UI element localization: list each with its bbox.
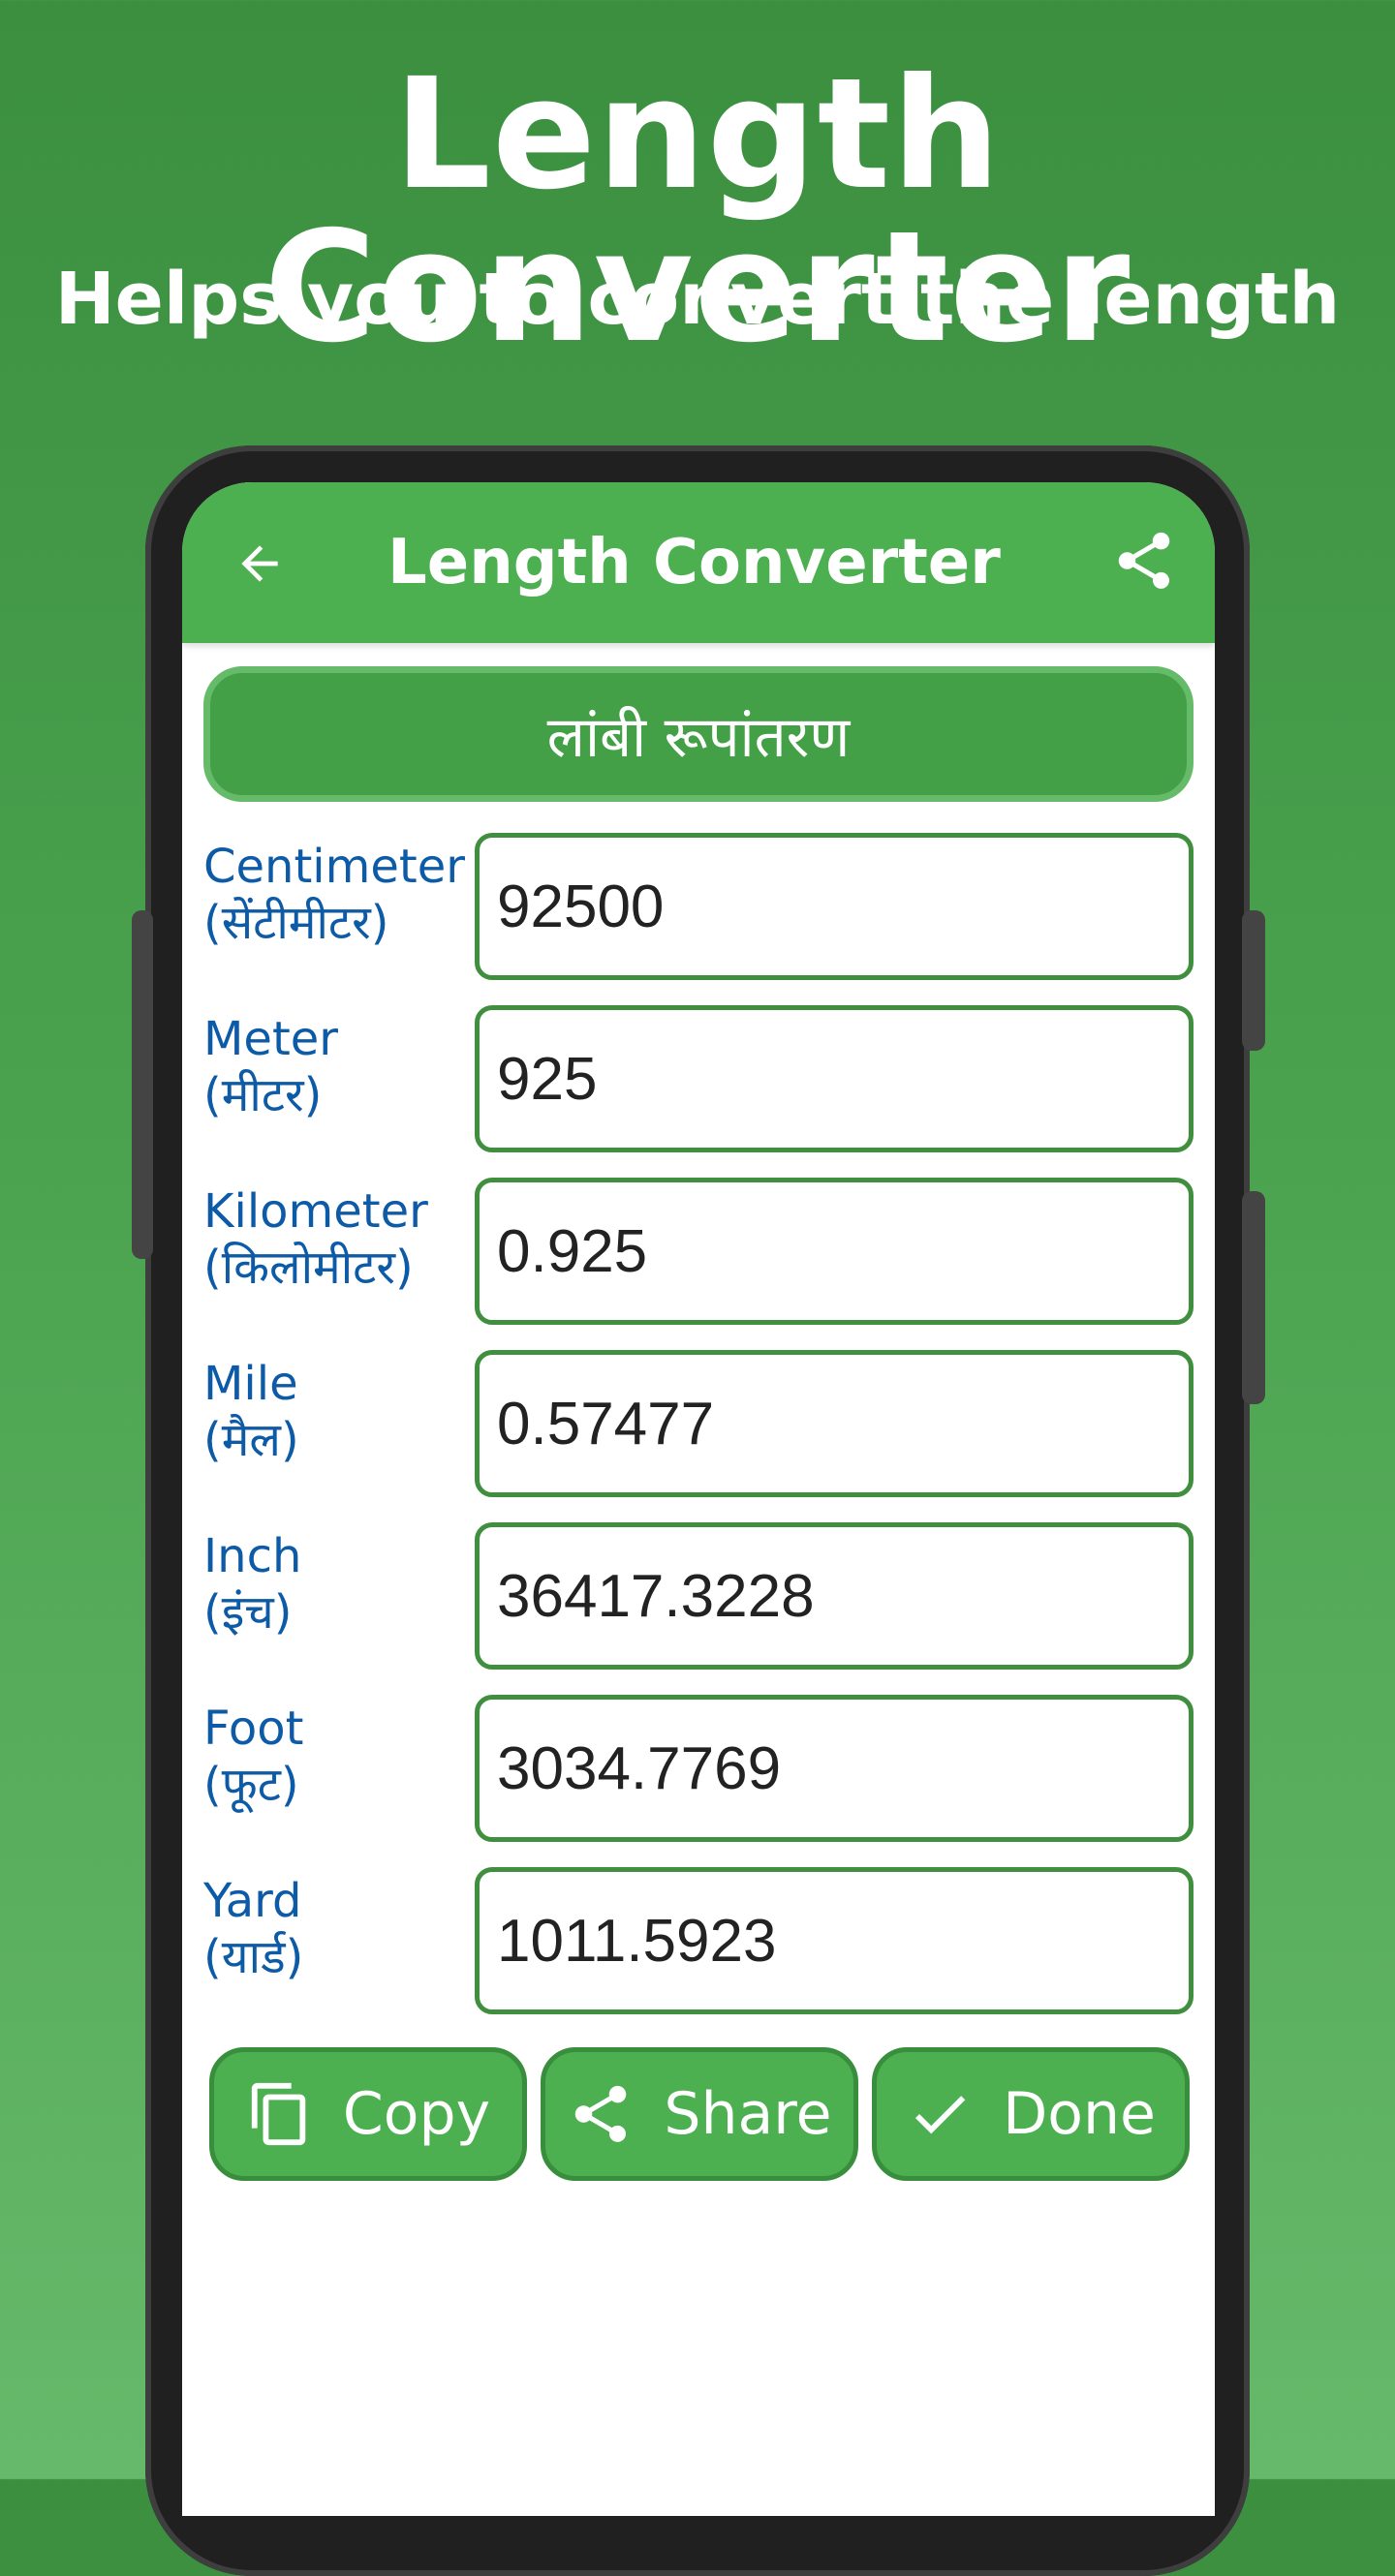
phone-screen: Length Converter लांबी रूपांतरण Centimet… <box>182 482 1215 2516</box>
unit-label: Foot (फूट) <box>203 1702 304 1812</box>
unit-row-kilometer: Kilometer (किलोमीटर) <box>203 1178 1194 1325</box>
phone-side-button-left <box>132 910 153 1259</box>
unit-row-centimeter: Centimeter (सेंटीमीटर) <box>203 833 1194 980</box>
promo-subtitle: Helps you to convert the length <box>54 258 1341 341</box>
unit-label: Mile (मैल) <box>203 1357 299 1467</box>
share-icon <box>575 2085 627 2142</box>
yard-input[interactable] <box>475 1867 1194 2014</box>
app-bar-title: Length Converter <box>388 527 1001 598</box>
share-label: Share <box>664 2080 832 2148</box>
inch-input[interactable] <box>475 1522 1194 1670</box>
unit-row-yard: Yard (यार्ड) <box>203 1867 1194 2014</box>
copy-button[interactable]: Copy <box>209 2047 527 2181</box>
unit-label: Yard (यार्ड) <box>203 1874 304 1984</box>
unit-label: Inch (इंच) <box>203 1529 302 1640</box>
unit-row-meter: Meter (मीटर) <box>203 1005 1194 1152</box>
unit-label: Centimeter (सेंटीमीटर) <box>203 840 465 950</box>
done-button[interactable]: Done <box>872 2047 1190 2181</box>
centimeter-input[interactable] <box>475 833 1194 980</box>
heading-button[interactable]: लांबी रूपांतरण <box>203 666 1194 802</box>
phone-volume-button <box>1242 1191 1265 1404</box>
arrow-back-icon[interactable] <box>232 537 287 591</box>
unit-row-mile: Mile (मैल) <box>203 1350 1194 1497</box>
phone-power-button <box>1242 910 1265 1051</box>
unit-row-foot: Foot (फूट) <box>203 1695 1194 1842</box>
foot-input[interactable] <box>475 1695 1194 1842</box>
app-bar: Length Converter <box>182 482 1215 643</box>
unit-label: Meter (मीटर) <box>203 1012 339 1122</box>
share-icon[interactable] <box>1110 527 1178 595</box>
meter-input[interactable] <box>475 1005 1194 1152</box>
unit-row-inch: Inch (इंच) <box>203 1522 1194 1670</box>
mile-input[interactable] <box>475 1350 1194 1497</box>
action-bar: Copy Share Done <box>209 2047 1190 2181</box>
copy-label: Copy <box>342 2080 491 2148</box>
copy-icon <box>251 2082 306 2146</box>
unit-label: Kilometer (किलोमीटर) <box>203 1184 428 1295</box>
kilometer-input[interactable] <box>475 1178 1194 1325</box>
check-icon <box>915 2096 966 2134</box>
done-label: Done <box>1003 2080 1156 2148</box>
share-button[interactable]: Share <box>541 2047 858 2181</box>
